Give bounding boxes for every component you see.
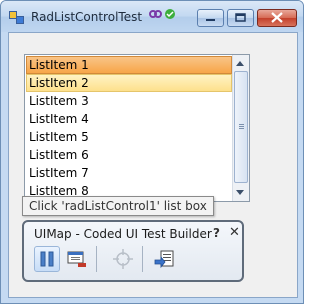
grip-line (239, 124, 244, 125)
toolbar-title: UIMap - Coded UI Test Builder (34, 227, 212, 241)
list-item[interactable]: ListItem 1 (26, 56, 232, 74)
toolbar-close-button[interactable]: ✕ (229, 225, 240, 240)
window-title: RadListControlTest (31, 10, 143, 24)
rad-list-control[interactable]: ListItem 1 ListItem 2 ListItem 3 ListIte… (24, 54, 250, 202)
add-assertions-button[interactable] (110, 246, 136, 272)
generate-code-button[interactable] (152, 246, 178, 272)
vertical-scrollbar[interactable] (232, 55, 249, 201)
scroll-down-arrow-icon[interactable] (236, 190, 244, 195)
maximize-icon (235, 13, 246, 22)
crosshair-icon (113, 249, 133, 269)
list-item[interactable]: ListItem 4 (26, 110, 232, 128)
minimize-icon (206, 19, 215, 21)
list-item[interactable]: ListItem 6 (26, 146, 232, 164)
generate-code-icon (154, 250, 174, 269)
link-status-icon (149, 9, 175, 19)
pause-recording-button[interactable] (34, 246, 60, 272)
help-button[interactable]: ? (213, 226, 220, 240)
list-items: ListItem 1 ListItem 2 ListItem 3 ListIte… (26, 56, 232, 200)
scrollbar-thumb[interactable] (234, 71, 248, 183)
grip-line (239, 126, 244, 127)
close-button[interactable] (257, 9, 297, 27)
list-item[interactable]: ListItem 7 (26, 164, 232, 182)
toolbar-separator (96, 246, 97, 272)
toolbar-separator (142, 246, 143, 272)
grip-line (239, 128, 244, 129)
minimize-button[interactable] (197, 9, 224, 27)
scroll-up-arrow-icon[interactable] (236, 61, 244, 66)
list-item[interactable]: ListItem 2 (26, 74, 232, 92)
recorded-steps-icon (67, 251, 86, 267)
app-icon (9, 11, 25, 25)
show-recorded-steps-button[interactable] (64, 246, 90, 272)
pause-icon (40, 251, 54, 267)
list-item[interactable]: ListItem 5 (26, 128, 232, 146)
app-window: RadListControlTest ListItem 1 ListItem 2… (0, 0, 304, 304)
close-icon (271, 12, 283, 23)
action-tooltip: Click 'radListControl1' list box (22, 196, 214, 216)
title-bar[interactable]: RadListControlTest (1, 1, 303, 32)
list-item[interactable]: ListItem 3 (26, 92, 232, 110)
coded-ui-test-builder-toolbar: UIMap - Coded UI Test Builder ? ✕ (22, 220, 244, 282)
maximize-button[interactable] (227, 9, 254, 27)
